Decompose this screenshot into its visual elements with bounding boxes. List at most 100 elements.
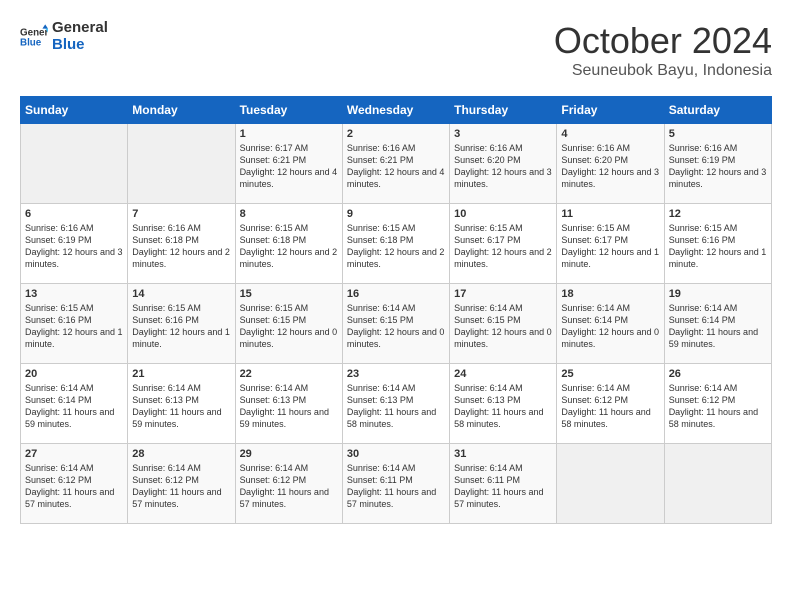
calendar-cell: 17Sunrise: 6:14 AMSunset: 6:15 PMDayligh… (450, 284, 557, 364)
day-info: Sunrise: 6:14 AMSunset: 6:14 PMDaylight:… (25, 382, 123, 431)
day-info: Sunrise: 6:16 AMSunset: 6:19 PMDaylight:… (669, 142, 767, 191)
calendar-cell (128, 124, 235, 204)
day-info: Sunrise: 6:15 AMSunset: 6:16 PMDaylight:… (669, 222, 767, 271)
day-number: 13 (25, 288, 123, 300)
calendar-cell: 9 Sunrise: 6:15 AMSunset: 6:18 PMDaylight… (342, 204, 449, 284)
day-number: 10 (454, 208, 552, 220)
day-info: Sunrise: 6:15 AMSunset: 6:18 PMDaylight:… (240, 222, 338, 271)
calendar-cell: 26 Sunrise: 6:14 AMSunset: 6:12 PMDayligh… (664, 364, 771, 444)
calendar-cell: 6 Sunrise: 6:16 AMSunset: 6:19 PMDaylight… (21, 204, 128, 284)
day-number: 2 (347, 128, 445, 140)
col-header-tuesday: Tuesday (235, 97, 342, 124)
day-number: 18 (561, 288, 659, 300)
logo: General Blue General Blue (20, 20, 108, 53)
calendar-cell: 5 Sunrise: 6:16 AMSunset: 6:19 PMDaylight… (664, 124, 771, 204)
day-info: Sunrise: 6:15 AMSunset: 6:17 PMDaylight:… (561, 222, 659, 271)
calendar-cell: 23 Sunrise: 6:14 AMSunset: 6:13 PMDayligh… (342, 364, 449, 444)
day-info: Sunrise: 6:14 AMSunset: 6:13 PMDaylight:… (347, 382, 445, 431)
logo-line2: Blue (52, 37, 108, 54)
day-info: Sunrise: 6:15 AMSunset: 6:18 PMDaylight:… (347, 222, 445, 271)
day-info: Sunrise: 6:14 AMSunset: 6:12 PMDaylight:… (240, 462, 338, 511)
day-info: Sunrise: 6:16 AMSunset: 6:19 PMDaylight:… (25, 222, 123, 271)
calendar-cell: 2 Sunrise: 6:16 AMSunset: 6:21 PMDaylight… (342, 124, 449, 204)
day-info: Sunrise: 6:15 AMSunset: 6:15 PMDaylight:… (240, 302, 338, 351)
day-number: 28 (132, 448, 230, 460)
day-number: 26 (669, 368, 767, 380)
calendar-cell: 30 Sunrise: 6:14 AMSunset: 6:11 PMDayligh… (342, 444, 449, 524)
calendar-cell (557, 444, 664, 524)
day-number: 27 (25, 448, 123, 460)
day-info: Sunrise: 6:14 AMSunset: 6:14 PMDaylight:… (669, 302, 767, 351)
day-info: Sunrise: 6:16 AMSunset: 6:20 PMDaylight:… (561, 142, 659, 191)
col-header-saturday: Saturday (664, 97, 771, 124)
day-info: Sunrise: 6:14 AMSunset: 6:12 PMDaylight:… (25, 462, 123, 511)
calendar-cell: 27 Sunrise: 6:14 AMSunset: 6:12 PMDayligh… (21, 444, 128, 524)
day-number: 11 (561, 208, 659, 220)
calendar-cell: 21Sunrise: 6:14 AMSunset: 6:13 PMDayligh… (128, 364, 235, 444)
col-header-wednesday: Wednesday (342, 97, 449, 124)
calendar-cell (21, 124, 128, 204)
calendar-cell: 31Sunrise: 6:14 AMSunset: 6:11 PMDayligh… (450, 444, 557, 524)
day-number: 7 (132, 208, 230, 220)
calendar-cell: 18Sunrise: 6:14 AMSunset: 6:14 PMDayligh… (557, 284, 664, 364)
col-header-monday: Monday (128, 97, 235, 124)
day-info: Sunrise: 6:14 AMSunset: 6:13 PMDaylight:… (454, 382, 552, 431)
calendar-cell: 10 Sunrise: 6:15 AMSunset: 6:17 PMDayligh… (450, 204, 557, 284)
day-number: 8 (240, 208, 338, 220)
col-header-friday: Friday (557, 97, 664, 124)
day-number: 14 (132, 288, 230, 300)
day-info: Sunrise: 6:14 AMSunset: 6:12 PMDaylight:… (669, 382, 767, 431)
day-info: Sunrise: 6:15 AMSunset: 6:16 PMDaylight:… (132, 302, 230, 351)
calendar-cell: 7 Sunrise: 6:16 AMSunset: 6:18 PMDaylight… (128, 204, 235, 284)
day-number: 29 (240, 448, 338, 460)
calendar-cell: 22 Sunrise: 6:14 AMSunset: 6:13 PMDayligh… (235, 364, 342, 444)
day-info: Sunrise: 6:14 AMSunset: 6:12 PMDaylight:… (561, 382, 659, 431)
day-info: Sunrise: 6:14 AMSunset: 6:11 PMDaylight:… (454, 462, 552, 511)
calendar-cell (664, 444, 771, 524)
day-number: 22 (240, 368, 338, 380)
day-info: Sunrise: 6:14 AMSunset: 6:13 PMDaylight:… (240, 382, 338, 431)
title-block: October 2024 Seuneubok Bayu, Indonesia (554, 20, 772, 80)
calendar-cell: 16 Sunrise: 6:14 AMSunset: 6:15 PMDayligh… (342, 284, 449, 364)
day-info: Sunrise: 6:16 AMSunset: 6:20 PMDaylight:… (454, 142, 552, 191)
calendar-cell: 3 Sunrise: 6:16 AMSunset: 6:20 PMDaylight… (450, 124, 557, 204)
calendar-cell: 4 Sunrise: 6:16 AMSunset: 6:20 PMDaylight… (557, 124, 664, 204)
col-header-thursday: Thursday (450, 97, 557, 124)
calendar-cell: 8 Sunrise: 6:15 AMSunset: 6:18 PMDaylight… (235, 204, 342, 284)
col-header-sunday: Sunday (21, 97, 128, 124)
calendar-cell: 25 Sunrise: 6:14 AMSunset: 6:12 PMDayligh… (557, 364, 664, 444)
day-info: Sunrise: 6:14 AMSunset: 6:15 PMDaylight:… (347, 302, 445, 351)
day-info: Sunrise: 6:15 AMSunset: 6:17 PMDaylight:… (454, 222, 552, 271)
calendar-cell: 24 Sunrise: 6:14 AMSunset: 6:13 PMDayligh… (450, 364, 557, 444)
day-info: Sunrise: 6:16 AMSunset: 6:21 PMDaylight:… (347, 142, 445, 191)
day-number: 3 (454, 128, 552, 140)
calendar-cell: 11 Sunrise: 6:15 AMSunset: 6:17 PMDayligh… (557, 204, 664, 284)
day-number: 24 (454, 368, 552, 380)
calendar-cell: 20Sunrise: 6:14 AMSunset: 6:14 PMDayligh… (21, 364, 128, 444)
day-number: 12 (669, 208, 767, 220)
day-number: 19 (669, 288, 767, 300)
svg-text:Blue: Blue (20, 37, 42, 48)
day-number: 5 (669, 128, 767, 140)
day-number: 15 (240, 288, 338, 300)
day-number: 16 (347, 288, 445, 300)
day-info: Sunrise: 6:14 AMSunset: 6:12 PMDaylight:… (132, 462, 230, 511)
day-number: 1 (240, 128, 338, 140)
day-info: Sunrise: 6:14 AMSunset: 6:15 PMDaylight:… (454, 302, 552, 351)
calendar-cell: 12 Sunrise: 6:15 AMSunset: 6:16 PMDayligh… (664, 204, 771, 284)
day-number: 6 (25, 208, 123, 220)
page-header: General Blue General Blue October 2024 S… (20, 20, 772, 80)
day-number: 30 (347, 448, 445, 460)
day-number: 23 (347, 368, 445, 380)
logo-line1: General (52, 20, 108, 37)
calendar-subtitle: Seuneubok Bayu, Indonesia (554, 62, 772, 80)
day-info: Sunrise: 6:14 AMSunset: 6:11 PMDaylight:… (347, 462, 445, 511)
calendar-cell: 1 Sunrise: 6:17 AMSunset: 6:21 PMDaylight… (235, 124, 342, 204)
calendar-title: October 2024 (554, 20, 772, 62)
day-number: 4 (561, 128, 659, 140)
day-number: 9 (347, 208, 445, 220)
day-info: Sunrise: 6:14 AMSunset: 6:13 PMDaylight:… (132, 382, 230, 431)
day-number: 25 (561, 368, 659, 380)
day-info: Sunrise: 6:16 AMSunset: 6:18 PMDaylight:… (132, 222, 230, 271)
day-info: Sunrise: 6:17 AMSunset: 6:21 PMDaylight:… (240, 142, 338, 191)
